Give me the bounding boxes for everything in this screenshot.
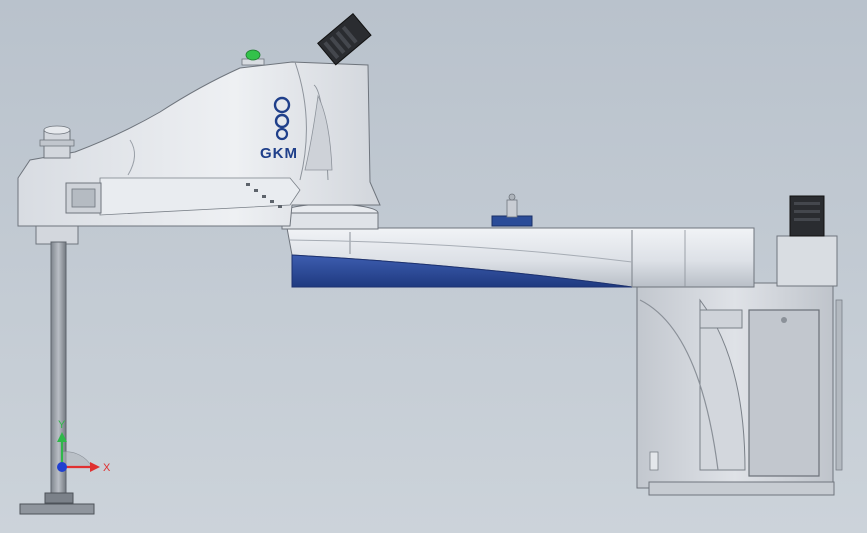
base-cable-housing[interactable] xyxy=(776,195,838,287)
green-lamp-icon xyxy=(245,49,261,61)
brand-logo-text: GKM xyxy=(260,145,298,162)
end-effector-flange xyxy=(19,503,95,515)
scara-arm-1[interactable] xyxy=(281,193,755,288)
scara-robot-model[interactable]: GKM Y X xyxy=(0,0,867,533)
status-lamp xyxy=(241,49,265,66)
robot-base[interactable] xyxy=(636,282,843,496)
z-axis-dot-icon xyxy=(57,462,67,472)
cad-viewport[interactable]: GKM Y X xyxy=(0,0,867,533)
x-axis-label: X xyxy=(103,462,111,474)
y-axis-label: Y xyxy=(58,419,66,431)
x-axis-arrowhead-icon xyxy=(90,462,100,472)
base-access-panel xyxy=(748,309,820,477)
top-cable-connector xyxy=(317,13,372,66)
tool-flange xyxy=(491,215,533,227)
z-axis-shaft[interactable] xyxy=(19,241,95,515)
panel-screw-icon xyxy=(781,317,787,323)
